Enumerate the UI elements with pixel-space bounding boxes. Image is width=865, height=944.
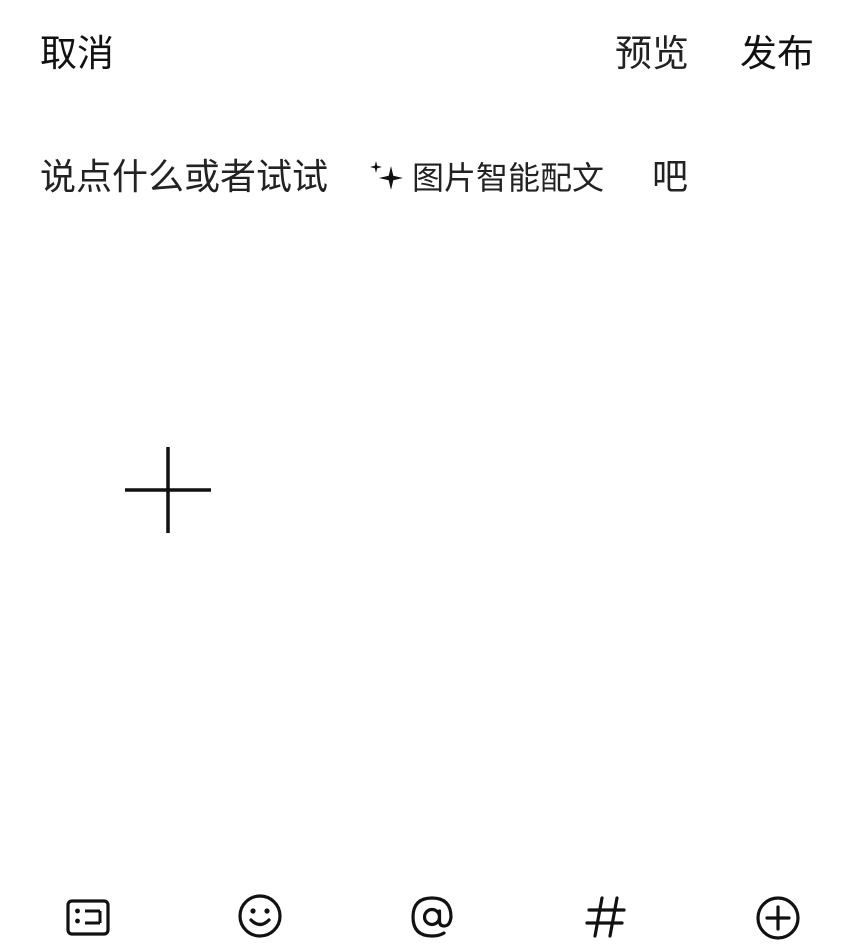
placeholder-text-after: 吧 xyxy=(652,157,689,198)
at-mention-icon xyxy=(406,890,458,942)
ai-caption-label: 图片智能配文 xyxy=(412,159,605,197)
add-image-button[interactable] xyxy=(120,445,216,537)
add-circle-icon xyxy=(752,890,804,942)
hashtag-icon xyxy=(580,890,632,942)
ai-caption-button[interactable]: 图片智能配文 xyxy=(368,152,604,204)
mention-button[interactable] xyxy=(406,890,458,942)
hashtag-button[interactable] xyxy=(580,890,632,942)
sparkle-icon xyxy=(368,160,404,196)
top-bar: 取消 预览 发布 xyxy=(0,0,865,110)
image-text-icon xyxy=(62,890,114,942)
publish-button[interactable]: 发布 xyxy=(740,30,814,78)
post-text-input[interactable]: 说点什么或者试试 图片智能配文 吧 xyxy=(40,148,830,208)
plus-icon xyxy=(120,445,216,537)
emoji-icon xyxy=(234,890,286,942)
placeholder-text-before: 说点什么或者试试 xyxy=(40,157,329,198)
more-options-button[interactable] xyxy=(752,890,804,942)
preview-button[interactable]: 预览 xyxy=(615,30,689,78)
image-text-button[interactable] xyxy=(62,890,114,942)
emoji-button[interactable] xyxy=(234,890,286,942)
bottom-toolbar xyxy=(0,884,865,944)
cancel-button[interactable]: 取消 xyxy=(40,30,114,78)
